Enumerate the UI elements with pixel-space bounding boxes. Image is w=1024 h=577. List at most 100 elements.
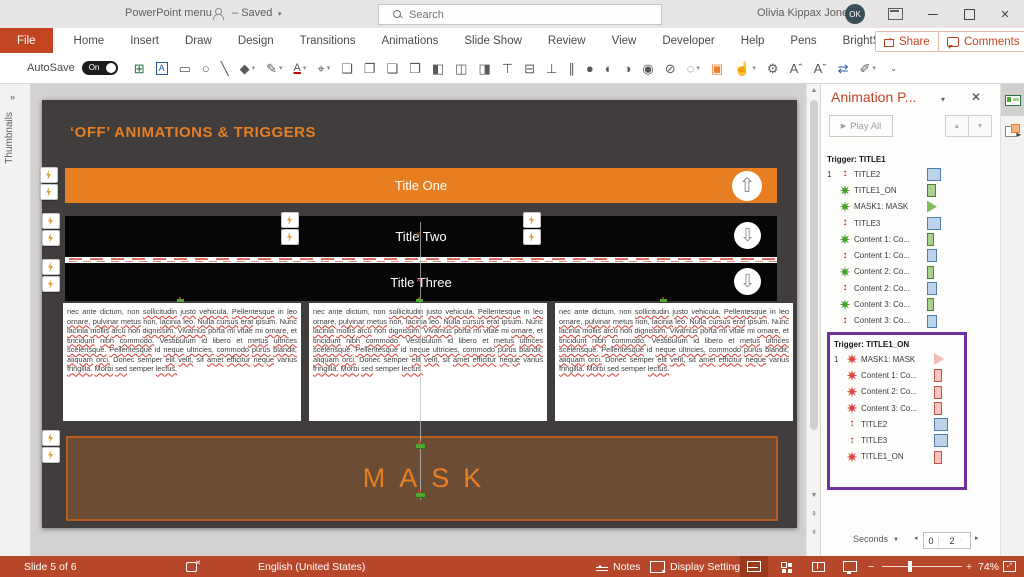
avatar[interactable]: OK <box>845 4 865 24</box>
seconds-dropdown[interactable]: Seconds <box>853 534 888 544</box>
normal-view-button[interactable] <box>740 556 768 577</box>
align-left-icon[interactable]: ◧ <box>432 62 444 75</box>
replace-icon[interactable]: ⇄ <box>838 62 849 75</box>
tab-help[interactable]: Help <box>728 28 778 53</box>
oval-icon[interactable]: ○ <box>202 62 210 75</box>
minimize-button[interactable] <box>916 0 950 28</box>
tab-view[interactable]: View <box>599 28 650 53</box>
thumbnails-strip[interactable]: » Thumbnails <box>0 84 31 556</box>
trigger-tag[interactable] <box>281 229 299 245</box>
animation-item[interactable]: ↕ TITLE2 <box>834 416 964 432</box>
send-backward-icon[interactable]: ❑ <box>387 62 399 75</box>
tab-file[interactable]: File <box>0 28 53 53</box>
animation-item[interactable]: Content 2: Co... <box>827 264 997 280</box>
align-middle-icon[interactable]: ⊟ <box>524 62 535 75</box>
tab-insert[interactable]: Insert <box>117 28 172 53</box>
align-center-icon[interactable]: ◫ <box>455 62 467 75</box>
content-column-3[interactable]: nec ante dictum, non sollicitudin justo … <box>555 303 793 421</box>
saved-status[interactable]: – Saved <box>232 7 272 19</box>
text-box-icon[interactable]: A <box>155 61 168 75</box>
zoom-level[interactable]: 74% <box>978 556 999 577</box>
tab-home[interactable]: Home <box>61 28 118 53</box>
trigger-tag[interactable] <box>42 430 60 446</box>
animation-item[interactable]: ↕ Content 2: Co... <box>827 280 997 296</box>
content-column-2[interactable]: nec ante dictum, non sollicitudin justo … <box>309 303 547 421</box>
animation-item[interactable]: ↕ Content 3: Co... <box>827 313 997 329</box>
fit-slide-button[interactable]: ⤢ <box>1003 556 1016 577</box>
shape-outline-icon[interactable]: ✎ ▾ <box>266 62 282 75</box>
expand-thumbnails-icon[interactable]: » <box>10 92 15 102</box>
animation-item[interactable]: 1 MASK1: MASK <box>834 351 964 367</box>
timeline-scroll-left-icon[interactable]: ◂ <box>914 534 918 542</box>
content-column-1[interactable]: nec ante dictum, non sollicitudin justo … <box>63 303 301 421</box>
font-color-icon[interactable]: A ▾ <box>294 62 307 74</box>
selection-addin-icon[interactable]: ▸ <box>1005 124 1021 139</box>
title-one-shape[interactable]: Title One <box>65 168 777 203</box>
pane-close-icon[interactable]: ✕ <box>971 90 981 104</box>
trigger-tag[interactable] <box>281 212 299 228</box>
autosave-toggle[interactable]: On <box>81 61 118 75</box>
rectangle-icon[interactable]: ▭ <box>179 62 191 75</box>
dropdown-icon[interactable]: ▾ <box>327 65 331 72</box>
dropdown-icon[interactable]: ▾ <box>303 65 307 72</box>
trigger-tag[interactable] <box>42 447 60 463</box>
freeform-shape-icon[interactable]: ✐ ▾ <box>859 62 875 75</box>
trigger-tag[interactable] <box>42 259 60 275</box>
language-indicator[interactable]: English (United States) <box>258 556 365 577</box>
timeline-ruler[interactable]: 0 · 2 · <box>923 532 971 549</box>
animation-item[interactable]: MASK1: MASK <box>827 199 997 215</box>
trigger-tag[interactable] <box>42 276 60 292</box>
animation-item[interactable]: Content 1: Co... <box>834 367 964 383</box>
dropdown-icon[interactable]: ▾ <box>279 65 283 72</box>
tab-design[interactable]: Design <box>225 28 287 53</box>
tab-slide-show[interactable]: Slide Show <box>451 28 535 53</box>
slide-number-indicator[interactable]: Slide 5 of 6 <box>24 556 77 577</box>
up-arrow-icon[interactable]: ⇧ <box>732 170 762 201</box>
scroll-thumb[interactable] <box>810 100 818 430</box>
merge-subtract-icon[interactable]: ◑ <box>624 62 632 75</box>
shrink-font-icon[interactable]: Aˇ <box>814 62 827 75</box>
dropdown-icon[interactable]: ▾ <box>752 65 756 72</box>
move-later-button[interactable]: ▼ <box>968 115 992 137</box>
trigger-tag[interactable] <box>40 184 58 200</box>
scroll-down-icon[interactable]: ▼ <box>807 492 821 499</box>
ribbon-display-options-icon[interactable] <box>888 8 903 20</box>
shape-fill-icon[interactable]: ◆ ▾ <box>240 62 256 75</box>
zoom-slider-handle[interactable] <box>908 561 912 572</box>
slideshow-button[interactable] <box>836 556 864 577</box>
user-name[interactable]: Olivia Kippax Jones <box>757 7 854 19</box>
seconds-dropdown-icon[interactable]: ▼ <box>893 537 899 543</box>
down-arrow-icon[interactable]: ⇩ <box>734 222 761 249</box>
align-right-icon[interactable]: ◨ <box>478 62 490 75</box>
merge-fragment-icon[interactable]: ⊘ <box>665 62 676 75</box>
merge-intersect-icon[interactable]: ◉ <box>642 62 653 75</box>
dropdown-icon[interactable]: ▾ <box>696 65 700 72</box>
animation-item[interactable]: ↕ TITLE3 <box>834 432 964 448</box>
saved-dropdown-icon[interactable]: ▾ <box>278 10 282 18</box>
slide-sorter-button[interactable] <box>772 556 800 577</box>
tab-pens[interactable]: Pens <box>777 28 829 53</box>
trigger-tag[interactable] <box>523 212 541 228</box>
merge-union-icon[interactable]: ● <box>586 62 594 75</box>
share-button[interactable]: ↑ Share <box>875 31 939 52</box>
distribute-horizontal-icon[interactable]: ∥ <box>568 62 575 75</box>
group-icon[interactable]: ❒ <box>409 62 421 75</box>
merge-combine-icon[interactable]: ◐ <box>605 62 613 75</box>
spellcheck-icon[interactable]: ✕ <box>186 556 201 577</box>
slide-cursor-icon[interactable]: ▣ <box>711 62 723 75</box>
reading-view-button[interactable] <box>804 556 832 577</box>
grow-font-icon[interactable]: Aˆ <box>790 62 803 75</box>
bring-forward-icon[interactable]: ❐ <box>364 62 376 75</box>
tab-review[interactable]: Review <box>535 28 599 53</box>
animation-item[interactable]: Content 3: Co... <box>827 296 997 312</box>
slide-heading[interactable]: ‘OFF’ ANIMATIONS & TRIGGERS <box>70 124 316 141</box>
align-bottom-icon[interactable]: ⊥ <box>546 62 557 75</box>
trigger-tag[interactable] <box>42 213 60 229</box>
zoom-in-button[interactable]: + <box>966 556 972 577</box>
animation-item[interactable]: Content 1: Co... <box>827 231 997 247</box>
tab-draw[interactable]: Draw <box>172 28 225 53</box>
animation-item[interactable]: Content 3: Co... <box>834 400 964 416</box>
arrange-icon[interactable]: ⌖ ▾ <box>317 62 330 75</box>
trigger-tag[interactable] <box>40 167 58 183</box>
motion-path-line[interactable] <box>420 222 421 500</box>
